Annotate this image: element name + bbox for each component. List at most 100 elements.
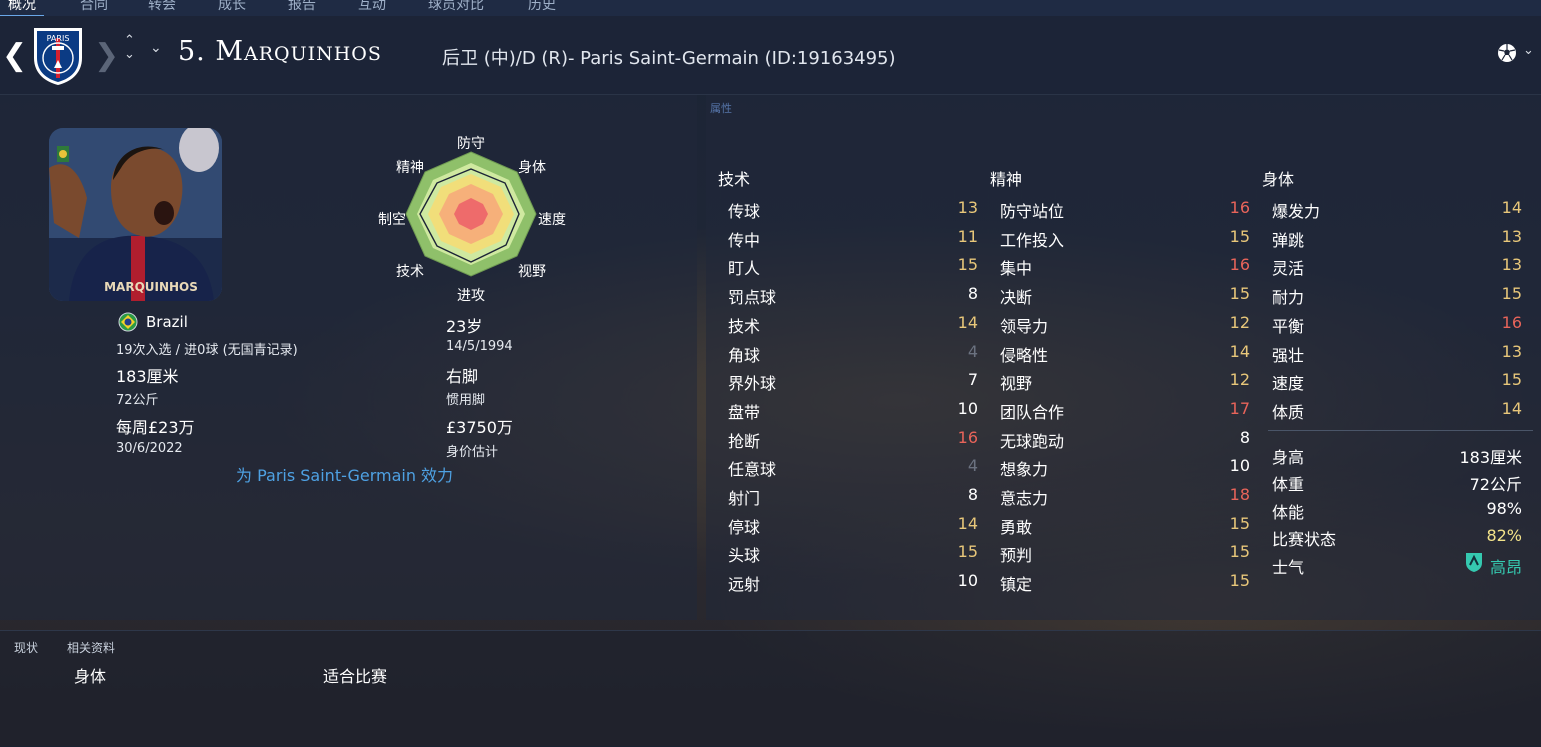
attribute-name[interactable]: 侵略性	[1000, 342, 1048, 366]
tab-development[interactable]: 成长	[218, 0, 246, 14]
brazil-flag-icon	[118, 312, 138, 332]
attribute-name[interactable]: 技术	[728, 313, 760, 337]
attribute-name[interactable]: 决断	[1000, 284, 1032, 308]
attribute-name[interactable]: 强壮	[1272, 342, 1304, 366]
attribute-name[interactable]: 灵活	[1272, 255, 1304, 279]
tab-related-info[interactable]: 相关资料	[67, 639, 115, 656]
attribute-value: 14	[1501, 398, 1522, 418]
attributes-panel-title: 属性	[710, 102, 732, 115]
photo-name-label: MARQUINHOS	[104, 280, 198, 294]
radar-label-technique: 技术	[396, 264, 424, 280]
info-height-label: 身高	[1272, 448, 1305, 467]
attribute-name[interactable]: 远射	[728, 571, 760, 595]
radar-label-physical: 身体	[518, 160, 546, 176]
contract-end: 30/6/2022	[116, 441, 183, 456]
attribute-name[interactable]: 任意球	[728, 456, 776, 480]
attribute-name[interactable]: 头球	[728, 542, 760, 566]
attribute-name[interactable]: 意志力	[1000, 485, 1048, 509]
tab-contract[interactable]: 合同	[80, 0, 108, 14]
ball-icon[interactable]	[1497, 43, 1517, 63]
attribute-name[interactable]: 射门	[728, 485, 760, 509]
attribute-name[interactable]: 抢断	[728, 428, 760, 452]
attribute-name[interactable]: 爆发力	[1272, 198, 1320, 222]
chevron-down-icon[interactable]: ⌄	[150, 40, 162, 56]
tab-comparison[interactable]: 球员对比	[428, 0, 484, 14]
attribute-name[interactable]: 盘带	[728, 399, 760, 423]
attribute-name[interactable]: 镇定	[1000, 571, 1032, 595]
chevron-down-icon[interactable]: ⌄	[1523, 43, 1534, 58]
attribute-name[interactable]: 界外球	[728, 370, 776, 394]
tab-overview[interactable]: 概况	[0, 0, 44, 18]
attribute-name[interactable]: 停球	[728, 514, 760, 538]
attribute-name[interactable]: 无球跑动	[1000, 428, 1064, 452]
age-value: 23岁	[446, 317, 483, 336]
attribute-name[interactable]: 传球	[728, 198, 760, 222]
attribute-name[interactable]: 罚点球	[728, 284, 776, 308]
preferred-foot: 右脚	[446, 367, 479, 386]
technical-header: 技术	[718, 170, 751, 189]
attribute-value: 4	[967, 341, 978, 361]
tab-status[interactable]: 现状	[14, 639, 38, 656]
attribute-name[interactable]: 角球	[728, 342, 760, 366]
attribute-value: 10	[957, 398, 978, 418]
attribute-name[interactable]: 弹跳	[1272, 227, 1304, 251]
info-morale-value: 高昂	[1489, 558, 1522, 577]
physical-divider	[1268, 430, 1533, 431]
wage-value: 每周£23万	[116, 418, 195, 437]
international-caps: 19次入选 / 进0球 (无国青记录)	[116, 343, 298, 358]
status-match-fit-label: 适合比赛	[323, 667, 388, 686]
attribute-value: 16	[957, 427, 978, 447]
attribute-name[interactable]: 想象力	[1000, 456, 1048, 480]
attribute-name[interactable]: 速度	[1272, 370, 1304, 394]
back-arrow-icon[interactable]: ❮	[2, 38, 27, 73]
player-subtitle: 后卫 (中)/D (R)- Paris Saint-Germain (ID:19…	[442, 48, 896, 69]
up-down-icon[interactable]: ⌃ ⌄	[124, 34, 135, 62]
attribute-value: 8	[967, 284, 978, 304]
attribute-name[interactable]: 集中	[1000, 255, 1032, 279]
attribute-name[interactable]: 耐力	[1272, 284, 1304, 308]
attributes-panel	[706, 95, 1541, 620]
attribute-value: 16	[1229, 198, 1250, 217]
tab-reports[interactable]: 报告	[288, 0, 316, 14]
tab-interaction[interactable]: 互动	[358, 0, 386, 14]
attribute-name[interactable]: 视野	[1000, 370, 1032, 394]
radar-label-mental: 精神	[396, 160, 424, 176]
attribute-value: 15	[1229, 284, 1250, 304]
info-weight-label: 体重	[1272, 475, 1305, 494]
info-morale-label: 士气	[1272, 558, 1305, 577]
player-name: 5. Marquinhos	[178, 36, 382, 67]
attribute-name[interactable]: 勇敢	[1000, 514, 1032, 538]
attribute-value: 7	[967, 370, 978, 390]
attribute-name[interactable]: 预判	[1000, 542, 1032, 566]
attribute-name[interactable]: 体质	[1272, 399, 1304, 423]
radar-label-aerial: 制空	[378, 212, 406, 228]
nation-name[interactable]: Brazil	[146, 313, 188, 331]
attribute-name[interactable]: 领导力	[1000, 313, 1048, 337]
attribute-value: 15	[1229, 542, 1250, 562]
height-value: 183厘米	[116, 367, 179, 386]
attribute-value: 12	[1229, 312, 1250, 332]
attribute-name[interactable]: 传中	[728, 227, 760, 251]
attribute-value: 12	[1229, 370, 1250, 390]
club-crest-icon[interactable]: PARIS	[30, 24, 86, 86]
tab-transfer[interactable]: 转会	[148, 0, 176, 14]
attribute-name[interactable]: 盯人	[728, 255, 760, 279]
plays-for-link[interactable]: 为 Paris Saint-Germain 效力	[236, 462, 453, 486]
tab-history[interactable]: 历史	[528, 0, 556, 14]
morale-icon	[1466, 553, 1482, 572]
info-condition-label: 体能	[1272, 503, 1305, 522]
player-photo: MARQUINHOS	[49, 128, 222, 301]
attribute-value: 13	[1501, 226, 1522, 246]
attribute-value: 13	[1501, 341, 1522, 361]
date-of-birth: 14/5/1994	[446, 339, 513, 354]
info-sharpness-label: 比赛状态	[1272, 530, 1337, 549]
radar-label-defending: 防守	[457, 136, 485, 152]
attribute-name[interactable]: 防守站位	[1000, 198, 1064, 222]
forward-arrow-icon[interactable]: ❯	[94, 38, 119, 73]
preferred-foot-label: 惯用脚	[446, 393, 486, 408]
attribute-value: 10	[957, 571, 978, 591]
attribute-value: 18	[1229, 485, 1250, 504]
attribute-name[interactable]: 工作投入	[1000, 227, 1064, 251]
attribute-name[interactable]: 团队合作	[1000, 399, 1064, 423]
attribute-name[interactable]: 平衡	[1272, 313, 1304, 337]
